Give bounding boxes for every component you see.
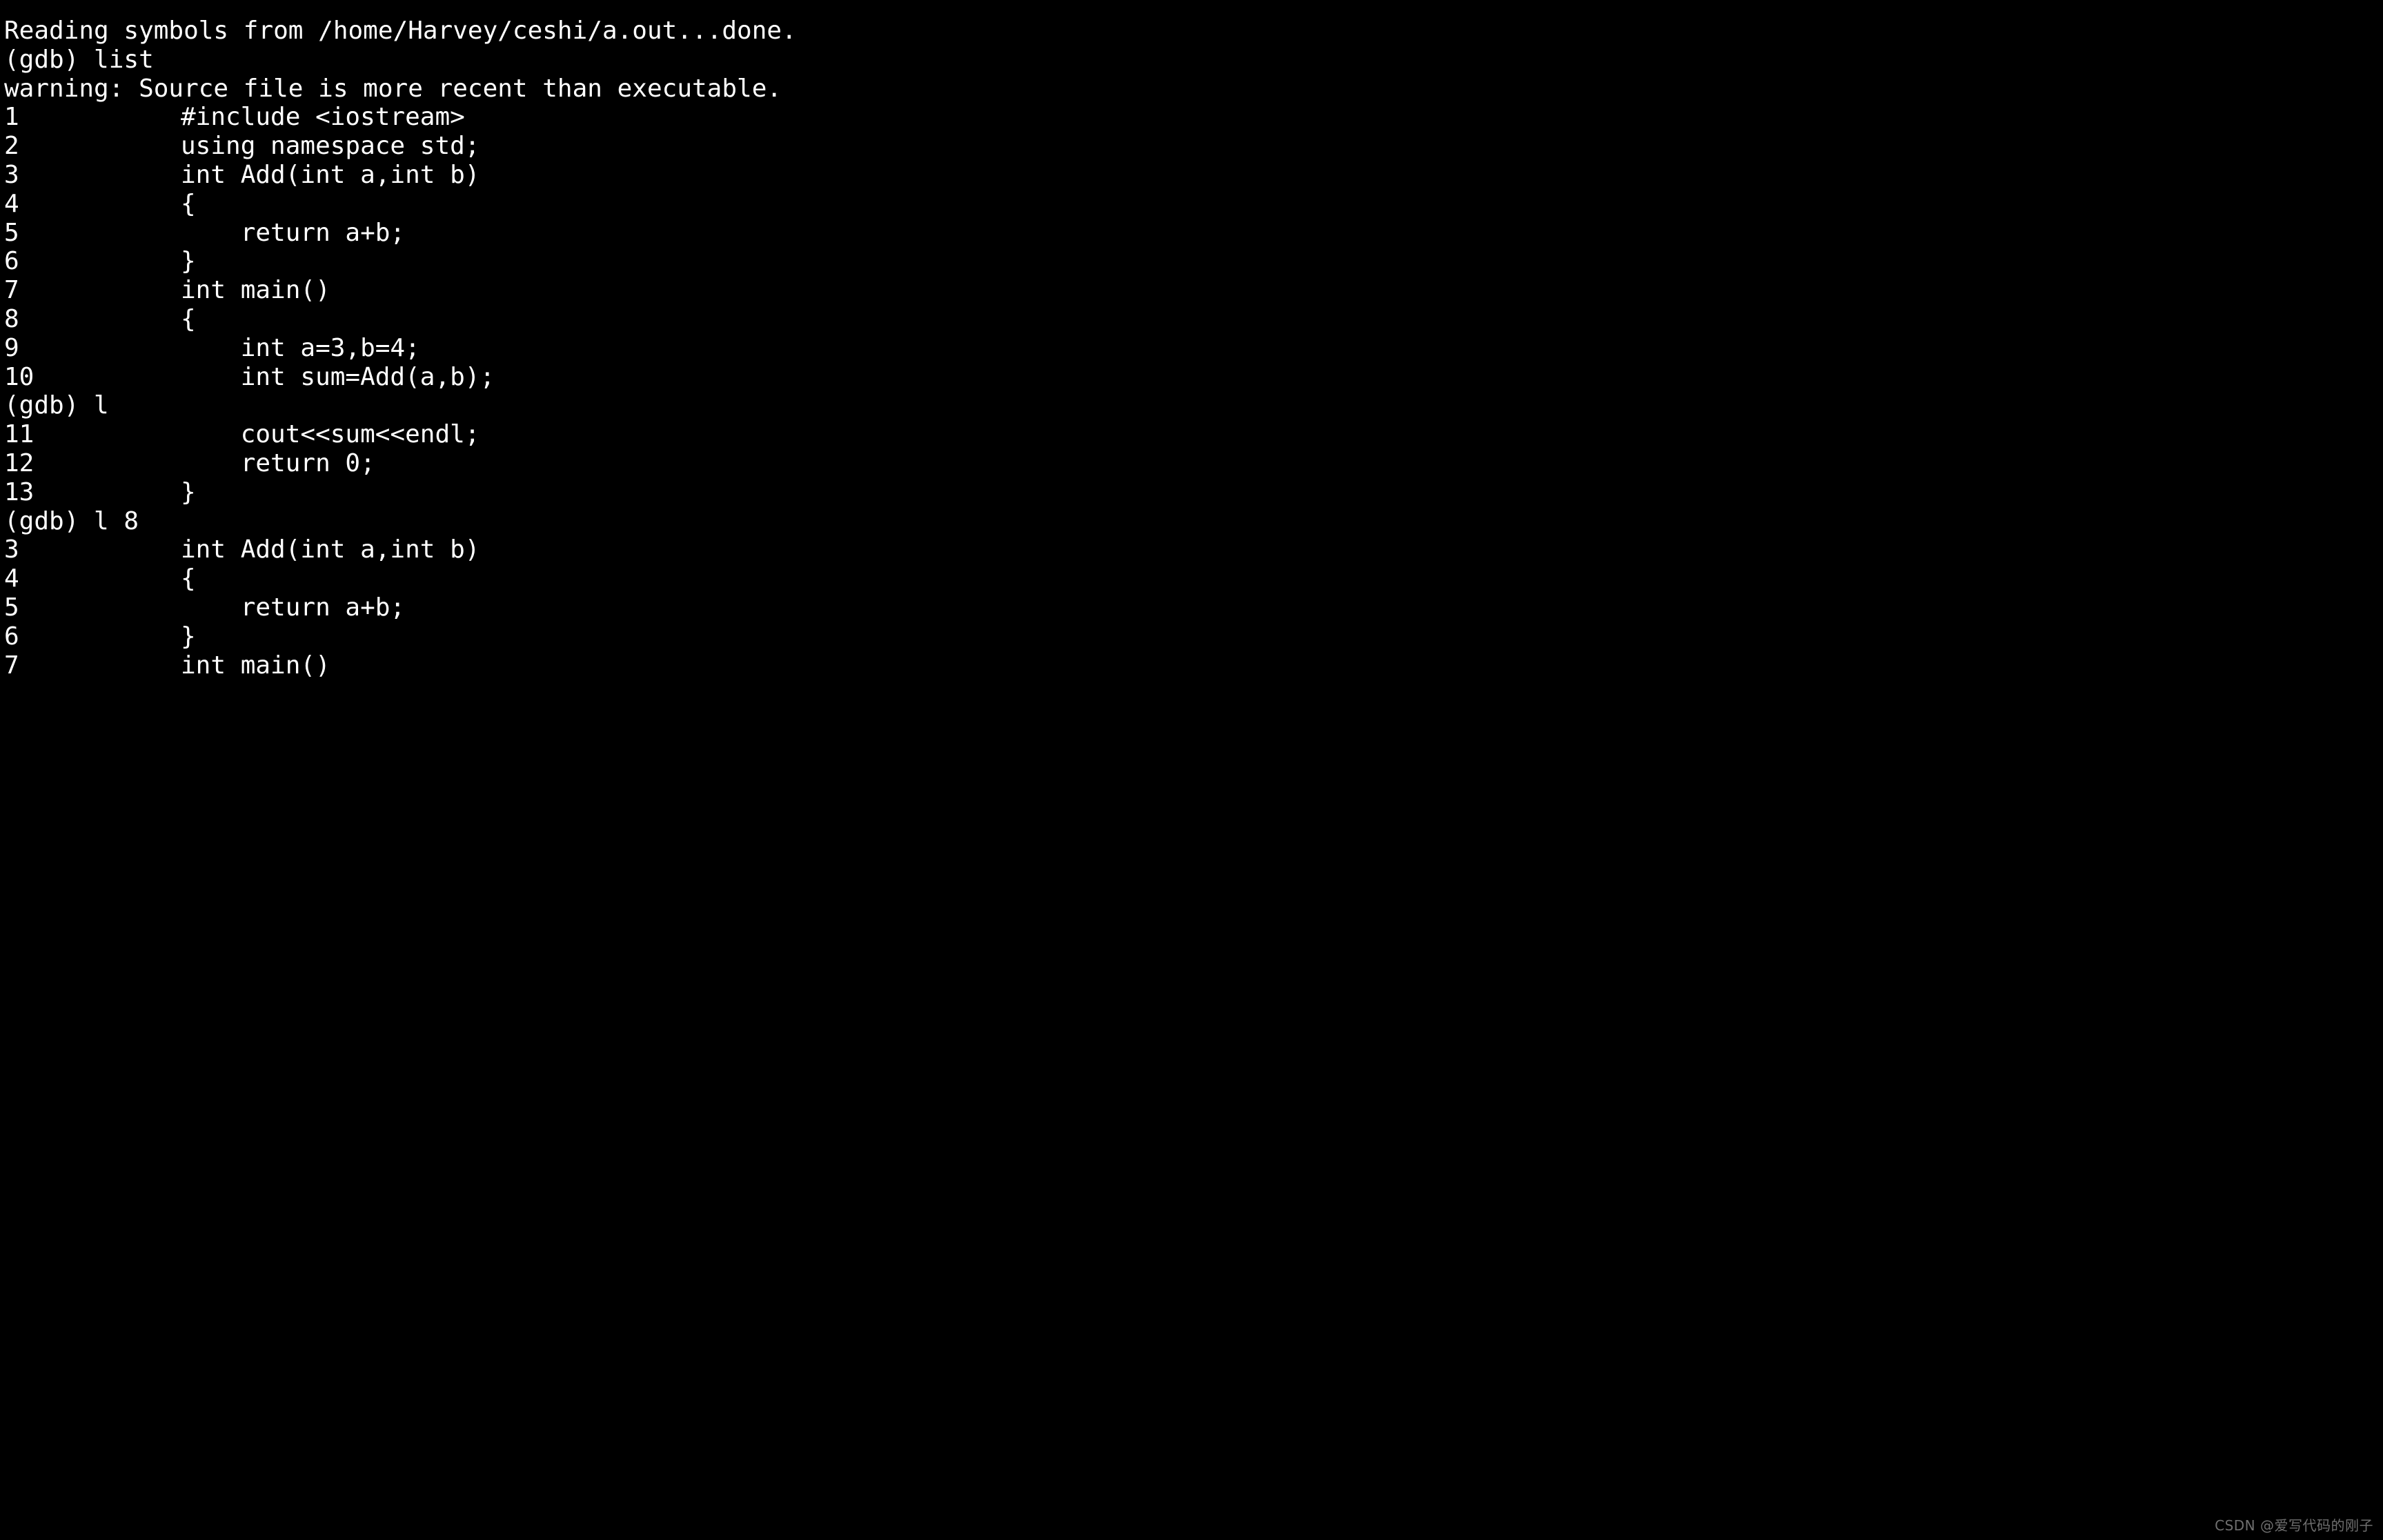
source-line-number: 4 xyxy=(4,564,19,593)
source-code-text: { xyxy=(181,564,196,593)
source-line-number: 4 xyxy=(4,189,19,218)
source-code-text: return a+b; xyxy=(181,218,406,247)
source-line-number: 7 xyxy=(4,651,19,680)
source-code-text: #include <iostream> xyxy=(181,103,465,132)
source-code-text: } xyxy=(181,622,196,651)
terminal-line: 6} xyxy=(4,622,2350,651)
source-code-text: int a=3,b=4; xyxy=(181,333,420,362)
source-code-text: Reading symbols from /home/Harvey/ceshi/… xyxy=(4,17,797,45)
source-line-number: 1 xyxy=(4,103,19,132)
terminal-line: (gdb) l xyxy=(4,391,2350,420)
gdb-prompt-line: (gdb) l 8 xyxy=(4,506,139,535)
source-code-text: int Add(int a,int b) xyxy=(181,535,480,564)
source-code-text: { xyxy=(181,304,196,333)
source-code-text: cout<<sum<<endl; xyxy=(181,420,480,449)
terminal-line: (gdb) list xyxy=(4,46,2350,75)
terminal-line: 7 int main() xyxy=(4,651,2350,680)
source-line-number: 5 xyxy=(4,593,19,622)
source-line-number: 8 xyxy=(4,304,19,333)
source-line-number: 5 xyxy=(4,218,19,247)
terminal-line: 12 return 0; xyxy=(4,449,2350,478)
terminal-line: 6} xyxy=(4,247,2350,276)
source-code-text: } xyxy=(181,477,196,506)
terminal-line: 1 #include <iostream> xyxy=(4,103,2350,132)
terminal-line: warning: Source file is more recent than… xyxy=(4,75,2350,103)
terminal-line: 11 cout<<sum<<endl; xyxy=(4,420,2350,449)
source-line-number: 3 xyxy=(4,535,19,564)
terminal-line: 9 int a=3,b=4; xyxy=(4,334,2350,363)
source-code-text: int sum=Add(a,b); xyxy=(181,362,495,391)
source-line-number: 12 xyxy=(4,448,34,477)
source-code-text: using namespace std; xyxy=(181,132,480,161)
console-output: Reading symbols from /home/Harvey/ceshi/… xyxy=(4,17,2350,680)
terminal-line: 5 return a+b; xyxy=(4,219,2350,248)
terminal-line: 5 return a+b; xyxy=(4,593,2350,622)
gdb-prompt-line: (gdb) l xyxy=(4,391,109,420)
source-code-text: int main() xyxy=(181,276,330,305)
source-line-number: 7 xyxy=(4,276,19,305)
source-line-number: 2 xyxy=(4,132,19,161)
source-code-text: int Add(int a,int b) xyxy=(181,160,480,189)
terminal-line: 3 int Add(int a,int b) xyxy=(4,161,2350,190)
terminal-window[interactable]: Reading symbols from /home/Harvey/ceshi/… xyxy=(0,0,2383,1540)
source-line-number: 10 xyxy=(4,362,34,391)
source-code-text: { xyxy=(181,189,196,218)
terminal-line: 4{ xyxy=(4,190,2350,219)
terminal-line: 8{ xyxy=(4,305,2350,334)
terminal-line: (gdb) l 8 xyxy=(4,507,2350,536)
source-line-number: 6 xyxy=(4,622,19,651)
source-code-text: } xyxy=(181,247,196,276)
watermark: CSDN @爱写代码的刚子 xyxy=(2215,1517,2373,1534)
source-line-number: 3 xyxy=(4,160,19,189)
terminal-line: 2 using namespace std; xyxy=(4,132,2350,161)
source-line-number: 11 xyxy=(4,420,34,449)
terminal-line: 10 int sum=Add(a,b); xyxy=(4,363,2350,392)
terminal-line: 7 int main() xyxy=(4,276,2350,305)
warning-text: warning: Source file is more recent than… xyxy=(4,74,782,103)
source-line-number: 6 xyxy=(4,247,19,276)
terminal-line: 3 int Add(int a,int b) xyxy=(4,535,2350,564)
terminal-line: Reading symbols from /home/Harvey/ceshi/… xyxy=(4,17,2350,46)
source-line-number: 13 xyxy=(4,477,34,506)
source-code-text: int main() xyxy=(181,651,330,680)
terminal-line: 13} xyxy=(4,478,2350,507)
source-line-number: 9 xyxy=(4,333,19,362)
source-code-text: return 0; xyxy=(181,448,375,477)
source-code-text: return a+b; xyxy=(181,593,406,622)
gdb-prompt-line: (gdb) list xyxy=(4,45,154,74)
terminal-line: 4{ xyxy=(4,564,2350,593)
